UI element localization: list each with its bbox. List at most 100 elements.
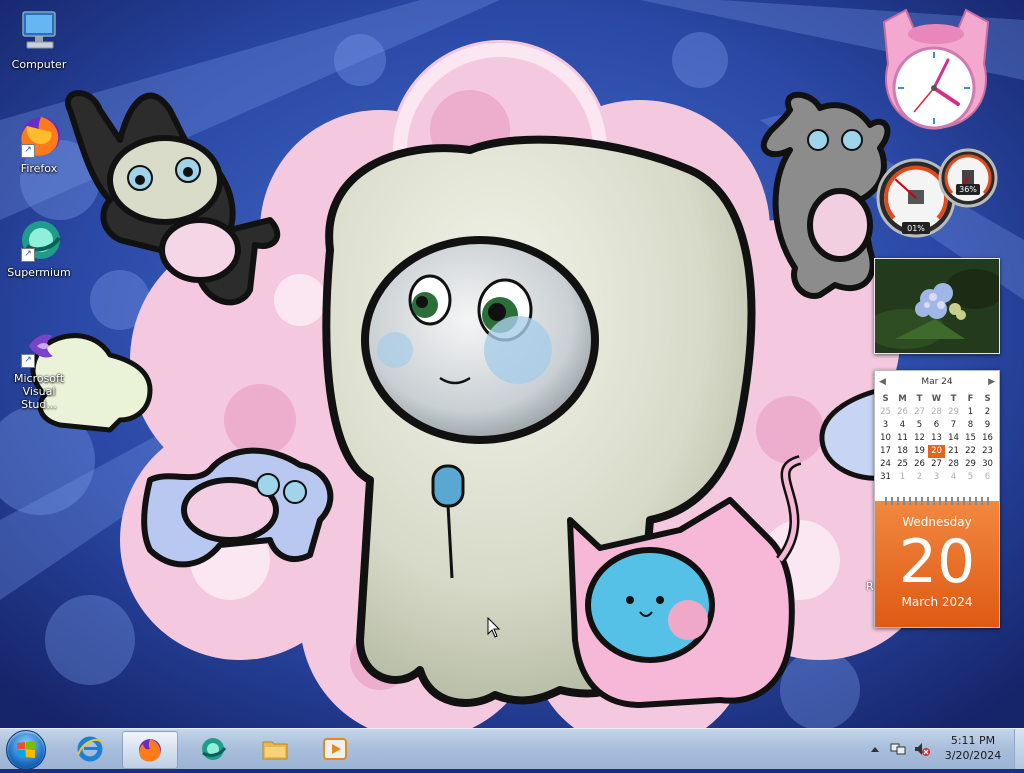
windows-logo-icon xyxy=(17,741,35,758)
desktop-icon-visual-studio[interactable]: ↗ Microsoft Visual Stud... xyxy=(4,322,74,411)
calendar-day[interactable]: 18 xyxy=(894,445,911,458)
desktop-icon-label: Microsoft Visual Stud... xyxy=(13,372,65,411)
visual-studio-icon: ↗ xyxy=(15,322,63,370)
volume-muted-icon[interactable] xyxy=(914,741,930,761)
calendar-weekday-header: M xyxy=(898,394,907,404)
calendar-day[interactable]: 21 xyxy=(945,445,962,458)
calendar-day[interactable]: 31 xyxy=(877,471,894,484)
show-hidden-icons-icon[interactable] xyxy=(870,741,880,760)
calendar-day[interactable]: 11 xyxy=(894,432,911,445)
network-icon[interactable] xyxy=(890,741,906,761)
calendar-day[interactable]: 5 xyxy=(962,471,979,484)
taskbar-clock[interactable]: 5:11 PM 3/20/2024 xyxy=(934,733,1012,763)
calendar-day[interactable]: 24 xyxy=(877,458,894,471)
previous-month-icon[interactable]: ◀ xyxy=(879,377,886,387)
taskbar-internet-explorer[interactable] xyxy=(63,731,117,767)
calendar-day[interactable]: 3 xyxy=(877,419,894,432)
calendar-day[interactable]: 1 xyxy=(894,471,911,484)
calendar-weekday-header: W xyxy=(931,394,942,404)
calendar-day[interactable]: 29 xyxy=(945,406,962,419)
desktop-icon-supermium[interactable]: ↗ Supermium xyxy=(4,216,74,279)
cpu-meter-gadget[interactable]: 01% 36% xyxy=(872,148,1002,240)
clock-time: 5:11 PM xyxy=(950,734,996,747)
taskbar-supermium[interactable] xyxy=(186,731,240,767)
calendar-day[interactable]: 17 xyxy=(877,445,894,458)
calendar-day[interactable]: 13 xyxy=(928,432,945,445)
calendar-weekday-header: S xyxy=(882,394,889,404)
desktop-icon-computer[interactable]: Computer xyxy=(4,8,74,71)
internet-explorer-icon xyxy=(77,736,103,762)
calendar-day[interactable]: 27 xyxy=(911,406,928,419)
calendar-month-label: Mar 24 xyxy=(921,377,953,387)
supermium-icon: ↗ xyxy=(15,216,63,264)
calendar-weekday-header: S xyxy=(984,394,991,404)
calendar-day[interactable]: 4 xyxy=(894,419,911,432)
folder-icon xyxy=(262,741,288,760)
calendar-day[interactable]: 9 xyxy=(979,419,996,432)
calendar-day[interactable]: 28 xyxy=(945,458,962,471)
calendar-weekday-header: T xyxy=(916,394,923,404)
calendar-day[interactable]: 6 xyxy=(928,419,945,432)
calendar-day[interactable]: 12 xyxy=(911,432,928,445)
calendar-day-today[interactable]: 20 xyxy=(928,445,945,458)
shortcut-arrow-icon: ↗ xyxy=(21,144,35,158)
slideshow-gadget[interactable] xyxy=(874,258,1000,354)
calendar-day[interactable]: 5 xyxy=(911,419,928,432)
calendar-day[interactable]: 29 xyxy=(962,458,979,471)
firefox-icon xyxy=(139,739,161,762)
clock-date: 3/20/2024 xyxy=(944,749,1002,762)
calendar-day[interactable]: 22 xyxy=(962,445,979,458)
calendar-gadget[interactable]: ◀ Mar 24 ▶ S M T W T F S 25 26 27 28 29 1 2 3 4 5 6 7 8 9 10 1… xyxy=(874,370,1000,628)
calendar-day[interactable]: 6 xyxy=(979,471,996,484)
clock-gadget[interactable] xyxy=(876,4,996,136)
desktop-icon-label: Supermium xyxy=(7,266,71,279)
calendar-day[interactable]: 23 xyxy=(979,445,996,458)
taskbar-firefox[interactable] xyxy=(122,731,178,769)
firefox-icon: ↗ xyxy=(15,112,63,160)
calendar-binding-rings xyxy=(885,497,989,505)
next-month-icon[interactable]: ▶ xyxy=(988,377,995,387)
calendar-weekday-header: T xyxy=(950,394,957,404)
calendar-day[interactable]: 26 xyxy=(911,458,928,471)
calendar-day[interactable]: 28 xyxy=(928,406,945,419)
calendar-day[interactable]: 8 xyxy=(962,419,979,432)
calendar-day[interactable]: 26 xyxy=(894,406,911,419)
calendar-day[interactable]: 25 xyxy=(877,406,894,419)
calendar-day[interactable]: 10 xyxy=(877,432,894,445)
calendar-day[interactable]: 2 xyxy=(911,471,928,484)
desktop-wallpaper[interactable] xyxy=(0,0,1024,728)
shortcut-arrow-icon: ↗ xyxy=(21,354,35,368)
calendar-day[interactable]: 3 xyxy=(928,471,945,484)
calendar-month-year: March 2024 xyxy=(901,595,973,609)
desktop-icon-label: Computer xyxy=(11,58,67,71)
desktop-icon-firefox[interactable]: ↗ Firefox xyxy=(4,112,74,175)
mouse-cursor-icon xyxy=(487,616,501,643)
calendar-day[interactable]: 4 xyxy=(945,471,962,484)
calendar-day[interactable]: 30 xyxy=(979,458,996,471)
taskbar: 5:11 PM 3/20/2024 xyxy=(0,728,1024,770)
cpu-usage-label: 01% xyxy=(907,224,925,233)
calendar-day[interactable]: 1 xyxy=(962,406,979,419)
partial-desktop-label: R xyxy=(866,580,874,593)
calendar-day[interactable]: 19 xyxy=(911,445,928,458)
slideshow-photo xyxy=(875,259,999,353)
calendar-grid: S M T W T F S 25 26 27 28 29 1 2 3 4 5 6 7 8 9 10 11 12 13 14 15 16… xyxy=(875,393,999,484)
calendar-day[interactable]: 7 xyxy=(945,419,962,432)
desktop-icon-label: Firefox xyxy=(20,162,58,175)
calendar-day-panel[interactable]: Wednesday 20 March 2024 xyxy=(875,497,999,627)
memory-usage-label: 36% xyxy=(959,185,977,194)
calendar-day[interactable]: 2 xyxy=(979,406,996,419)
show-desktop-button[interactable] xyxy=(1014,729,1024,769)
calendar-day[interactable]: 16 xyxy=(979,432,996,445)
calendar-day[interactable]: 25 xyxy=(894,458,911,471)
calendar-weekday-header: F xyxy=(967,394,974,404)
start-button[interactable] xyxy=(6,730,46,770)
supermium-icon xyxy=(202,738,227,760)
calendar-day[interactable]: 27 xyxy=(928,458,945,471)
taskbar-file-explorer[interactable] xyxy=(248,731,302,767)
computer-icon xyxy=(15,8,63,56)
taskbar-media-player[interactable] xyxy=(308,731,362,767)
calendar-day[interactable]: 15 xyxy=(962,432,979,445)
calendar-day-number: 20 xyxy=(898,527,976,597)
calendar-day[interactable]: 14 xyxy=(945,432,962,445)
